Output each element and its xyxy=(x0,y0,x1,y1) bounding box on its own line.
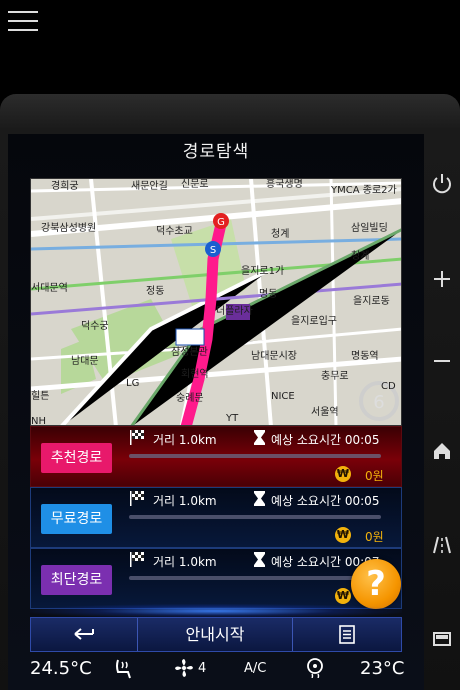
svg-text:을지로입구: 을지로입구 xyxy=(291,314,337,327)
svg-text:새문안길: 새문안길 xyxy=(131,179,168,192)
route-cost: 0원 xyxy=(365,530,384,544)
svg-text:YMCA 종로2가: YMCA 종로2가 xyxy=(330,184,397,196)
svg-text:흥국생명: 흥국생명 xyxy=(266,179,303,190)
svg-text:서대문역: 서대문역 xyxy=(31,282,68,294)
route-eta: 예상 소요시간 00:05 xyxy=(271,433,380,447)
home-icon[interactable] xyxy=(428,437,456,465)
svg-text:LG: LG xyxy=(126,378,139,389)
won-icon: ₩ xyxy=(335,527,351,543)
glow-divider xyxy=(30,604,402,618)
svg-text:남대문시장: 남대문시장 xyxy=(251,350,297,362)
route-row-shortest[interactable]: 최단경로 거리 1.0km 예상 소요시간 00:07 ₩ 0원 xyxy=(30,548,402,609)
svg-text:S: S xyxy=(210,245,216,256)
route-distance: 거리 1.0km xyxy=(153,555,217,569)
svg-text:힐튼: 힐튼 xyxy=(31,389,49,402)
svg-text:남대문: 남대문 xyxy=(71,355,99,367)
help-button[interactable]: ? xyxy=(351,559,401,609)
svg-text:충무로: 충무로 xyxy=(321,370,349,382)
svg-text:청계: 청계 xyxy=(271,228,289,240)
route-distance: 거리 1.0km xyxy=(153,494,217,508)
power-icon[interactable] xyxy=(428,170,456,198)
bottom-action-bar: 안내시작 xyxy=(30,617,402,652)
road-icon[interactable] xyxy=(428,531,456,559)
svg-text:NICE: NICE xyxy=(271,391,295,402)
hourglass-icon xyxy=(254,430,265,445)
route-row-recommended[interactable]: 추천경로 거리 1.0km 예상 소요시간 00:05 ₩ 0원 xyxy=(30,426,402,487)
svg-text:서울역: 서울역 xyxy=(311,406,339,418)
route-eta: 예상 소요시간 00:05 xyxy=(271,494,380,508)
menu-icon[interactable] xyxy=(8,9,38,33)
won-icon: ₩ xyxy=(335,588,351,604)
list-icon xyxy=(339,625,355,644)
back-arrow-icon xyxy=(74,628,94,640)
route-list-button[interactable] xyxy=(293,618,401,651)
svg-text:6: 6 xyxy=(373,392,384,413)
free-route-button[interactable]: 무료경로 xyxy=(41,504,112,534)
svg-text:신문로: 신문로 xyxy=(181,179,209,190)
seat-heat-icon[interactable] xyxy=(112,658,136,680)
driver-temperature[interactable]: 24.5°C xyxy=(30,658,92,679)
won-icon: ₩ xyxy=(335,466,351,482)
svg-text:을지로1가: 을지로1가 xyxy=(241,265,284,277)
svg-text:을지로동: 을지로동 xyxy=(353,295,390,307)
svg-text:더플라자: 더플라자 xyxy=(216,305,253,317)
ac-button[interactable]: A/C xyxy=(244,661,266,676)
svg-text:회현역: 회현역 xyxy=(181,368,209,380)
screen-icon[interactable] xyxy=(428,625,456,653)
svg-text:G: G xyxy=(217,217,225,228)
shortest-route-button[interactable]: 최단경로 xyxy=(41,565,112,595)
svg-text:덕수초교: 덕수초교 xyxy=(156,225,193,237)
svg-text:YT: YT xyxy=(225,413,239,424)
svg-text:덕수궁: 덕수궁 xyxy=(81,320,109,332)
route-distance: 거리 1.0km xyxy=(153,433,217,447)
svg-text:경희궁: 경희궁 xyxy=(51,179,79,192)
svg-text:숭례문: 숭례문 xyxy=(176,392,204,404)
route-row-free[interactable]: 무료경로 거리 1.0km 예상 소요시간 00:05 ₩ 0원 xyxy=(30,487,402,548)
route-progress-bar xyxy=(129,576,381,580)
flag-icon xyxy=(130,552,144,567)
route-cost: 0원 xyxy=(365,469,384,483)
recommended-route-button[interactable]: 추천경로 xyxy=(41,443,112,473)
route-map[interactable]: G S 6 경희궁 새문안길 신문로 흥국생명 YMCA 종로2가 강북삼성병원… xyxy=(30,178,402,426)
hourglass-icon xyxy=(254,491,265,506)
svg-text:명동역: 명동역 xyxy=(351,350,379,362)
svg-text:삼일빌딩: 삼일빌딩 xyxy=(351,222,388,234)
climate-bar: 24.5°C 4 A/C 23°C xyxy=(8,652,424,690)
fan-icon[interactable] xyxy=(174,658,194,678)
svg-text:청계: 청계 xyxy=(351,250,369,262)
hourglass-icon xyxy=(254,552,265,567)
minus-icon[interactable] xyxy=(428,347,456,375)
route-progress-bar xyxy=(129,515,381,519)
flag-icon xyxy=(130,430,144,445)
svg-text:NH: NH xyxy=(31,416,46,426)
fan-level: 4 xyxy=(198,661,207,676)
flag-icon xyxy=(130,491,144,506)
passenger-temperature[interactable]: 23°C xyxy=(360,658,404,679)
back-button[interactable] xyxy=(31,618,137,651)
plus-icon[interactable] xyxy=(428,265,456,293)
svg-text:CD: CD xyxy=(381,381,396,392)
route-progress-bar xyxy=(129,454,381,458)
page-title: 경로탐색 xyxy=(182,142,250,162)
svg-text:정동: 정동 xyxy=(146,285,164,297)
start-guidance-button[interactable]: 안내시작 xyxy=(137,618,293,651)
svg-text:삼성본관: 삼성본관 xyxy=(171,346,208,358)
svg-text:명동: 명동 xyxy=(259,288,277,300)
steering-heat-icon[interactable] xyxy=(306,658,324,678)
svg-text:강북삼성병원: 강북삼성병원 xyxy=(41,222,96,234)
